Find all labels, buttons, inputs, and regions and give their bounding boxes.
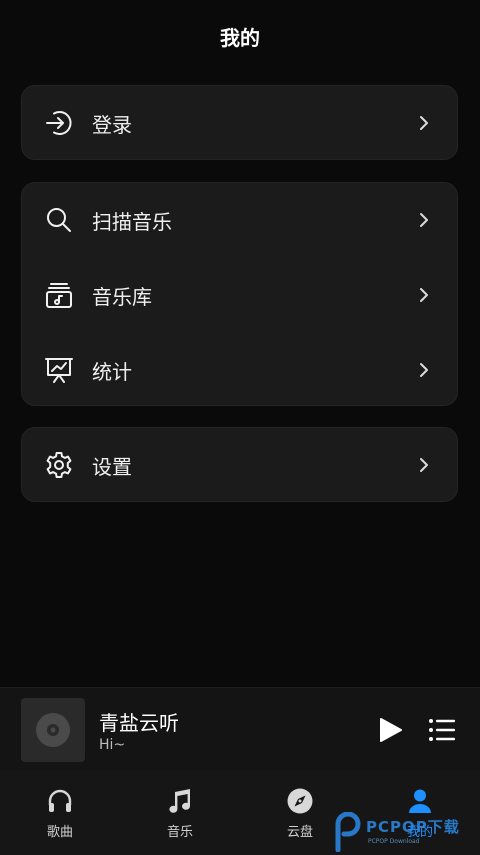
music-library-row[interactable]: 音乐库 bbox=[22, 258, 457, 332]
gear-icon bbox=[44, 450, 74, 480]
tab-music[interactable]: 音乐 bbox=[120, 787, 240, 840]
watermark: PCPOP下载 PCPOP Download bbox=[332, 810, 480, 855]
watermark-subtext: PCPOP Download bbox=[368, 838, 420, 845]
presentation-chart-icon bbox=[44, 355, 74, 385]
playlist-icon bbox=[429, 719, 455, 741]
compass-icon bbox=[286, 787, 314, 815]
statistics-label: 统计 bbox=[92, 359, 132, 384]
play-icon bbox=[380, 718, 402, 742]
scan-music-label: 扫描音乐 bbox=[92, 209, 172, 234]
mini-player[interactable]: 青盐云听 Hi~ bbox=[0, 687, 480, 772]
settings-label: 设置 bbox=[92, 454, 132, 479]
page-title: 我的 bbox=[220, 26, 260, 50]
watermark-text: PCPOP下载 bbox=[366, 818, 460, 836]
headphones-icon bbox=[46, 787, 74, 815]
watermark-logo-icon bbox=[335, 812, 361, 852]
play-button[interactable] bbox=[376, 716, 404, 744]
chevron-right-icon bbox=[417, 361, 431, 379]
chevron-right-icon bbox=[417, 286, 431, 304]
song-title: 青盐云听 bbox=[99, 711, 179, 735]
music-library-label: 音乐库 bbox=[92, 284, 152, 309]
chevron-right-icon bbox=[417, 456, 431, 474]
library-card: 扫描音乐 音乐库 统计 bbox=[21, 182, 458, 406]
login-card: 登录 bbox=[21, 85, 458, 160]
music-note-icon bbox=[166, 787, 194, 815]
chevron-right-icon bbox=[417, 114, 431, 132]
chevron-right-icon bbox=[417, 211, 431, 229]
login-icon bbox=[44, 108, 74, 138]
tab-songs[interactable]: 歌曲 bbox=[0, 787, 120, 840]
playlist-button[interactable] bbox=[428, 717, 456, 743]
song-subtitle: Hi~ bbox=[99, 737, 126, 753]
music-library-icon bbox=[44, 280, 74, 310]
album-art[interactable] bbox=[21, 698, 85, 762]
statistics-row[interactable]: 统计 bbox=[22, 333, 457, 407]
tab-music-label: 音乐 bbox=[166, 825, 193, 840]
tab-songs-label: 歌曲 bbox=[46, 825, 73, 840]
settings-row[interactable]: 设置 bbox=[22, 428, 457, 502]
search-icon bbox=[44, 205, 74, 235]
login-row[interactable]: 登录 bbox=[22, 86, 457, 160]
scan-music-row[interactable]: 扫描音乐 bbox=[22, 183, 457, 257]
login-label: 登录 bbox=[92, 112, 132, 137]
settings-card: 设置 bbox=[21, 427, 458, 502]
